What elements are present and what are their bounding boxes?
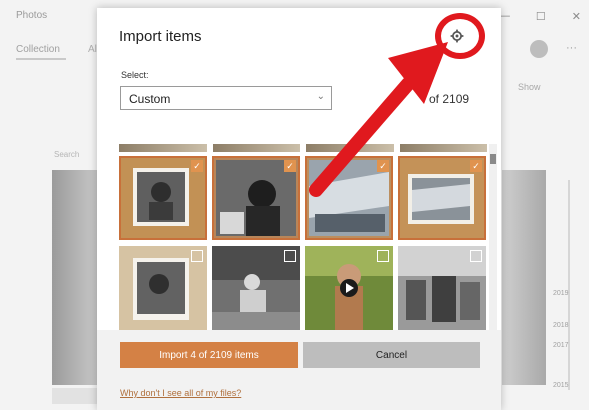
search-hint: Search: [54, 150, 80, 159]
photo-tile[interactable]: [119, 246, 207, 330]
help-link[interactable]: Why don't I see all of my files?: [120, 388, 241, 398]
selection-checkbox[interactable]: ✓: [191, 160, 203, 172]
photo-tile[interactable]: ✓: [398, 156, 486, 240]
grid-scrollbar[interactable]: [489, 144, 497, 330]
photo-tile[interactable]: ✓: [305, 156, 393, 240]
import-items-dialog: Import items Select: Custom ⌄ of 2109 ✓ …: [97, 8, 501, 410]
app-title: Photos: [16, 10, 48, 21]
window-controls: — ☐ ✕: [499, 10, 581, 23]
photo-tile[interactable]: [212, 246, 300, 330]
tab-underline: [16, 58, 66, 60]
selection-count: of 2109: [429, 92, 470, 106]
selection-checkbox[interactable]: ✓: [377, 160, 389, 172]
annotation-circle: [435, 13, 485, 59]
background-photo-left: [52, 170, 98, 385]
close-button[interactable]: ✕: [572, 10, 581, 23]
background-photo-right: [502, 170, 546, 385]
maximize-button[interactable]: ☐: [536, 10, 546, 23]
previous-row-partial: [119, 144, 487, 152]
timeline-year: 2019: [553, 290, 569, 297]
show-label: Show: [518, 82, 541, 92]
photo-tile[interactable]: ✓: [119, 156, 207, 240]
selection-checkbox[interactable]: [377, 250, 389, 262]
more-icon[interactable]: ···: [566, 42, 577, 54]
tab-albums[interactable]: Al: [88, 44, 97, 55]
select-label: Select:: [121, 70, 149, 80]
import-button[interactable]: Import 4 of 2109 items: [120, 342, 298, 368]
scrollbar-thumb[interactable]: [490, 154, 496, 164]
timeline-year: 2018: [553, 322, 569, 329]
thumbnail-grid: ✓ ✓ ✓ ✓: [119, 144, 487, 330]
selection-checkbox[interactable]: ✓: [284, 160, 296, 172]
background-photo-bottom: [52, 388, 98, 404]
avatar[interactable]: [530, 40, 548, 58]
selection-checkbox[interactable]: [284, 250, 296, 262]
tab-collection[interactable]: Collection: [16, 44, 60, 55]
video-tile[interactable]: [305, 246, 393, 330]
select-dropdown[interactable]: Custom ⌄: [120, 86, 332, 110]
dialog-title: Import items: [119, 28, 202, 45]
photo-tile[interactable]: [398, 246, 486, 330]
selection-checkbox[interactable]: [470, 250, 482, 262]
select-value: Custom: [129, 92, 171, 106]
selection-checkbox[interactable]: ✓: [470, 160, 482, 172]
dialog-footer: Import 4 of 2109 items Cancel Why don't …: [97, 330, 501, 410]
selection-checkbox[interactable]: [191, 250, 203, 262]
photo-tile[interactable]: ✓: [212, 156, 300, 240]
cancel-button[interactable]: Cancel: [303, 342, 480, 368]
timeline-year: 2017: [553, 342, 569, 349]
timeline-scrubber[interactable]: [568, 180, 570, 390]
chevron-down-icon: ⌄: [316, 91, 325, 102]
timeline-year: 2015: [553, 382, 569, 389]
